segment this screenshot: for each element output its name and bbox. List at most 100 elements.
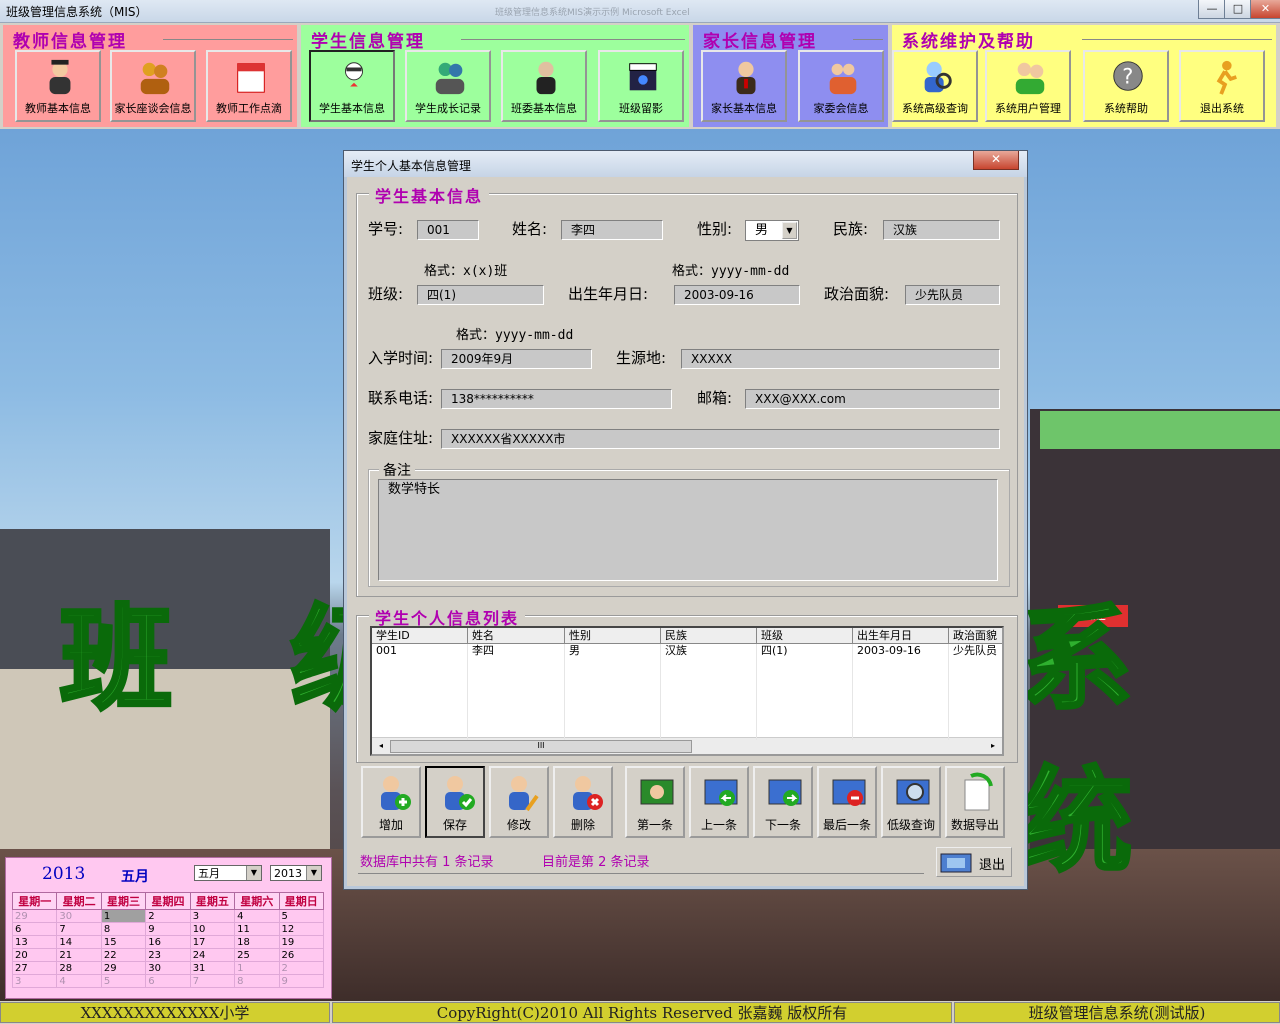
calendar-day[interactable]: 30 xyxy=(56,909,102,923)
calendar-day[interactable]: 6 xyxy=(145,974,191,988)
toolbar-button-meeting[interactable]: 家长座谈会信息 xyxy=(110,50,196,122)
calendar-day[interactable]: 5 xyxy=(278,909,325,923)
calendar-day[interactable]: 17 xyxy=(189,935,236,949)
table-column-header[interactable]: 班级 xyxy=(757,628,853,644)
origin-field[interactable]: XXXXX xyxy=(681,349,1000,369)
calendar-day[interactable]: 1 xyxy=(100,909,147,923)
politic-field[interactable]: 少先队员 xyxy=(905,285,1000,305)
calendar-day[interactable]: 21 xyxy=(56,948,102,962)
toolbar-button-teacher[interactable]: 教师基本信息 xyxy=(15,50,101,122)
class-field[interactable]: 四(1) xyxy=(417,285,544,305)
close-window-button[interactable]: ✕ xyxy=(1250,0,1280,19)
calendar-day[interactable]: 16 xyxy=(145,935,191,949)
table-cell[interactable]: 四(1) xyxy=(757,644,853,658)
prev-record-button[interactable]: 上一条 xyxy=(689,766,749,838)
toolbar-button-exit[interactable]: 退出系统 xyxy=(1179,50,1265,122)
calendar-day[interactable]: 11 xyxy=(234,922,280,936)
calendar-day[interactable]: 5 xyxy=(100,974,147,988)
table-column-header[interactable]: 学生ID xyxy=(372,628,468,644)
dialog-titlebar[interactable]: 学生个人基本信息管理 ✕ xyxy=(344,151,1027,177)
toolbar-button-student[interactable]: 学生基本信息 xyxy=(309,50,395,122)
calendar-day[interactable]: 14 xyxy=(56,935,102,949)
scroll-left-icon[interactable]: ◂ xyxy=(374,739,388,752)
last-record-button[interactable]: 最后一条 xyxy=(817,766,877,838)
minimize-button[interactable]: — xyxy=(1198,0,1226,19)
address-field[interactable]: XXXXXX省XXXXX市 xyxy=(441,429,1000,449)
calendar-day[interactable]: 8 xyxy=(100,922,147,936)
calendar-day[interactable]: 28 xyxy=(56,961,102,975)
calendar-day[interactable]: 15 xyxy=(100,935,147,949)
calendar-day[interactable]: 2 xyxy=(278,961,325,975)
toolbar-button-calendar[interactable]: 教师工作点滴 xyxy=(206,50,292,122)
table-cell[interactable]: 汉族 xyxy=(661,644,757,658)
calendar-day[interactable]: 1 xyxy=(234,961,280,975)
calendar-day[interactable]: 13 xyxy=(11,935,58,949)
enroll-field[interactable]: 2009年9月 xyxy=(441,349,592,369)
name-field[interactable]: 李四 xyxy=(561,220,663,240)
calendar-day[interactable]: 27 xyxy=(11,961,58,975)
edit-user-button[interactable]: 修改 xyxy=(489,766,549,838)
calendar-day[interactable]: 4 xyxy=(56,974,102,988)
year-select[interactable]: 2013 ▼ xyxy=(270,865,322,881)
calendar-day[interactable]: 29 xyxy=(11,909,58,923)
calendar-day[interactable]: 24 xyxy=(189,948,236,962)
delete-user-button[interactable]: 删除 xyxy=(553,766,613,838)
email-field[interactable]: XXX@XXX.com xyxy=(745,389,1000,409)
birth-field[interactable]: 2003-09-16 xyxy=(674,285,800,305)
calendar-day[interactable]: 3 xyxy=(189,909,236,923)
calendar-day[interactable]: 25 xyxy=(234,948,280,962)
query-button[interactable]: 低级查询 xyxy=(881,766,941,838)
calendar-day[interactable]: 3 xyxy=(11,974,58,988)
maximize-button[interactable]: □ xyxy=(1224,0,1252,19)
table-cell[interactable]: 男 xyxy=(565,644,661,658)
calendar-day[interactable]: 20 xyxy=(11,948,58,962)
table-cell[interactable]: 2003-09-16 xyxy=(853,644,949,658)
gender-select[interactable]: 男 ▼ xyxy=(745,220,799,241)
calendar-day[interactable]: 26 xyxy=(278,948,325,962)
calendar-day[interactable]: 12 xyxy=(278,922,325,936)
table-column-header[interactable]: 政治面貌 xyxy=(949,628,1002,644)
student-table[interactable]: 学生ID 姓名 性别 民族 班级 出生年月日 政治面貌 ◂ III ▸ 001 李四男汉族 四(… xyxy=(370,626,1004,756)
scroll-right-icon[interactable]: ▸ xyxy=(986,739,1000,752)
calendar-day[interactable]: 8 xyxy=(234,974,280,988)
toolbar-button-committee[interactable]: 班委基本信息 xyxy=(501,50,587,122)
month-select[interactable]: 五月 ▼ xyxy=(194,865,262,881)
table-cell[interactable]: 李四 xyxy=(468,644,565,658)
table-column-header[interactable]: 民族 xyxy=(661,628,757,644)
table-cell[interactable]: 少先队员 xyxy=(949,644,1002,658)
calendar-day[interactable]: 2 xyxy=(145,909,191,923)
next-record-button[interactable]: 下一条 xyxy=(753,766,813,838)
toolbar-button-clapper[interactable]: 班级留影 xyxy=(598,50,684,122)
ethnic-field[interactable]: 汉族 xyxy=(883,220,1000,240)
scroll-thumb[interactable]: III xyxy=(390,740,692,753)
calendar-day[interactable]: 7 xyxy=(189,974,236,988)
dialog-close-button[interactable]: ✕ xyxy=(973,151,1019,170)
remark-field[interactable]: 数学特长 xyxy=(378,479,998,581)
calendar-day[interactable]: 4 xyxy=(234,909,280,923)
window-titlebar[interactable]: 班级管理信息系统（MIS） 班级管理信息系统MIS演示示例 Microsoft … xyxy=(0,0,1280,23)
exit-dialog-button[interactable]: 退出 xyxy=(936,847,1012,877)
toolbar-button-users[interactable]: 系统用户管理 xyxy=(985,50,1071,122)
first-record-button[interactable]: 第一条 xyxy=(625,766,685,838)
table-column-header[interactable]: 姓名 xyxy=(468,628,565,644)
export-button[interactable]: 数据导出 xyxy=(945,766,1005,838)
calendar-day[interactable]: 7 xyxy=(56,922,102,936)
toolbar-button-parent[interactable]: 家长基本信息 xyxy=(701,50,787,122)
calendar-day[interactable]: 23 xyxy=(145,948,191,962)
calendar-day[interactable]: 19 xyxy=(278,935,325,949)
calendar-day[interactable]: 9 xyxy=(278,974,325,988)
calendar-day[interactable]: 18 xyxy=(234,935,280,949)
calendar-day[interactable]: 6 xyxy=(11,922,58,936)
student-id-field[interactable]: 001 xyxy=(417,220,479,240)
table-column-header[interactable]: 出生年月日 xyxy=(853,628,949,644)
calendar-day[interactable]: 31 xyxy=(189,961,236,975)
table-cell[interactable]: 001 xyxy=(372,644,468,658)
calendar-day[interactable]: 30 xyxy=(145,961,191,975)
calendar-day[interactable]: 9 xyxy=(145,922,191,936)
save-user-button[interactable]: 保存 xyxy=(425,766,485,838)
add-user-button[interactable]: 增加 xyxy=(361,766,421,838)
toolbar-button-help[interactable]: ? 系统帮助 xyxy=(1083,50,1169,122)
calendar-day[interactable]: 29 xyxy=(100,961,147,975)
toolbar-button-growth[interactable]: 学生成长记录 xyxy=(405,50,491,122)
calendar-day[interactable]: 22 xyxy=(100,948,147,962)
